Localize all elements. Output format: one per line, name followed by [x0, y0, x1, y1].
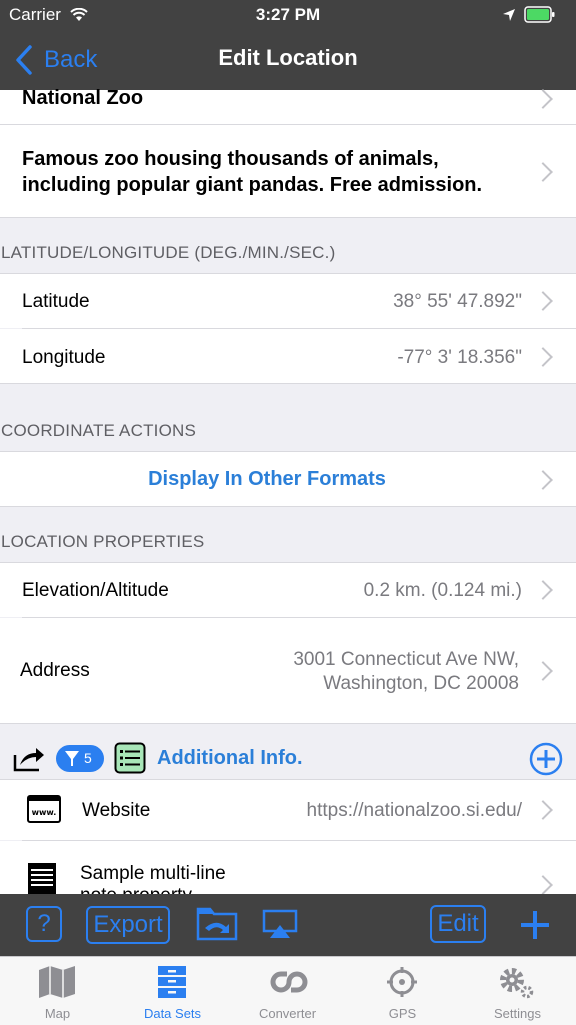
- latlon-section-header: LATITUDE/LONGITUDE (DEG./MIN./SEC.): [1, 243, 336, 262]
- status-time: 3:27 PM: [255, 5, 321, 24]
- longitude-value: -77° 3' 18.356": [397, 347, 522, 368]
- notes-line-1: Sample multi-line: [80, 863, 226, 884]
- tab-label-data-sets: Data Sets: [143, 1006, 202, 1021]
- svg-text:www.: www.: [32, 808, 57, 817]
- address-line-1: 3001 Connecticut Ave NW,: [293, 649, 519, 670]
- battery-icon: [524, 6, 555, 23]
- help-button[interactable]: ?: [26, 906, 62, 942]
- website-value: https://nationalzoo.si.edu/: [306, 800, 522, 821]
- location-name-cell[interactable]: National Zoo: [0, 87, 576, 124]
- map-icon: [39, 966, 75, 998]
- notes-line-2: note property: [80, 885, 192, 894]
- chevron-right-icon: [533, 875, 553, 894]
- location-arrow-icon: [503, 9, 515, 21]
- latitude-cell[interactable]: Latitude 38° 55' 47.892": [0, 274, 576, 328]
- description-line-2: including popular giant pandas. Free adm…: [22, 174, 483, 196]
- list-icon[interactable]: [114, 742, 146, 774]
- chevron-right-icon: [533, 291, 553, 311]
- address-label: Address: [20, 660, 90, 681]
- gps-icon: [387, 967, 417, 997]
- tab-label-map: Map: [44, 1006, 71, 1021]
- folder-icon[interactable]: [196, 905, 238, 941]
- edit-button[interactable]: Edit: [430, 905, 486, 943]
- website-icon: www.: [27, 795, 61, 823]
- website-cell[interactable]: www. Website https://nationalzoo.si.edu/: [0, 780, 576, 840]
- page-title: Edit Location: [218, 45, 358, 70]
- tab-label-gps: GPS: [388, 1006, 417, 1021]
- longitude-label: Longitude: [22, 347, 106, 368]
- tab-data-sets[interactable]: Data Sets: [115, 957, 230, 1025]
- address-cell[interactable]: Address 3001 Connecticut Ave NW, Washing…: [0, 618, 576, 723]
- filter-badge[interactable]: 5: [56, 745, 104, 772]
- converter-icon: [270, 971, 308, 993]
- latitude-label: Latitude: [22, 291, 90, 312]
- tab-settings[interactable]: Settings: [460, 957, 575, 1025]
- separator: [0, 383, 576, 384]
- chevron-right-icon: [533, 89, 553, 109]
- display-other-formats-label: Display In Other Formats: [148, 468, 386, 490]
- airplay-icon[interactable]: [262, 909, 298, 939]
- add-property-button[interactable]: [529, 742, 563, 776]
- navigation-bar: Carrier 3:27 PM Back Edit Location: [0, 0, 576, 90]
- tab-bar: Map Data Sets Converter GPS Settings: [0, 956, 576, 1025]
- export-button[interactable]: Export: [86, 906, 170, 944]
- tab-map[interactable]: Map: [0, 957, 115, 1025]
- chevron-right-icon: [533, 800, 553, 820]
- display-other-formats-button[interactable]: Display In Other Formats: [0, 452, 576, 506]
- chevron-right-icon: [533, 470, 553, 490]
- elevation-value: 0.2 km. (0.124 mi.): [363, 580, 522, 601]
- location-properties-header: LOCATION PROPERTIES: [1, 532, 205, 551]
- tab-label-converter: Converter: [258, 1006, 317, 1021]
- tab-gps[interactable]: GPS: [345, 957, 460, 1025]
- share-icon[interactable]: [12, 743, 46, 773]
- location-name: National Zoo: [22, 87, 144, 109]
- notepad-icon: [28, 863, 56, 894]
- separator: [0, 217, 576, 218]
- location-description-cell[interactable]: Famous zoo housing thousands of animals,…: [0, 125, 576, 217]
- separator: [0, 723, 576, 724]
- additional-info-title: Additional Info.: [157, 747, 303, 769]
- add-button[interactable]: [520, 910, 550, 940]
- separator: [0, 506, 576, 507]
- chevron-right-icon: [533, 162, 553, 182]
- data-sets-icon: [158, 966, 186, 998]
- chevron-right-icon: [533, 661, 553, 681]
- description-line-1: Famous zoo housing thousands of animals,: [22, 148, 439, 170]
- filter-icon: [65, 751, 79, 766]
- coordinate-actions-header: COORDINATE ACTIONS: [1, 421, 197, 440]
- longitude-cell[interactable]: Longitude -77° 3' 18.356": [0, 329, 576, 383]
- latitude-value: 38° 55' 47.892": [393, 291, 522, 312]
- chevron-right-icon: [533, 347, 553, 367]
- filter-count: 5: [84, 750, 92, 766]
- tab-label-settings: Settings: [494, 1006, 541, 1021]
- elevation-cell[interactable]: Elevation/Altitude 0.2 km. (0.124 mi.): [0, 563, 576, 617]
- notes-cell[interactable]: Sample multi-line note property: [0, 841, 576, 894]
- tab-converter[interactable]: Converter: [230, 957, 345, 1025]
- bottom-toolbar: ? Export Edit: [0, 894, 576, 956]
- gear-icon: [500, 968, 534, 999]
- elevation-label: Elevation/Altitude: [22, 580, 169, 601]
- website-label: Website: [82, 800, 151, 821]
- chevron-right-icon: [533, 580, 553, 600]
- address-line-2: Washington, DC 20008: [323, 673, 519, 694]
